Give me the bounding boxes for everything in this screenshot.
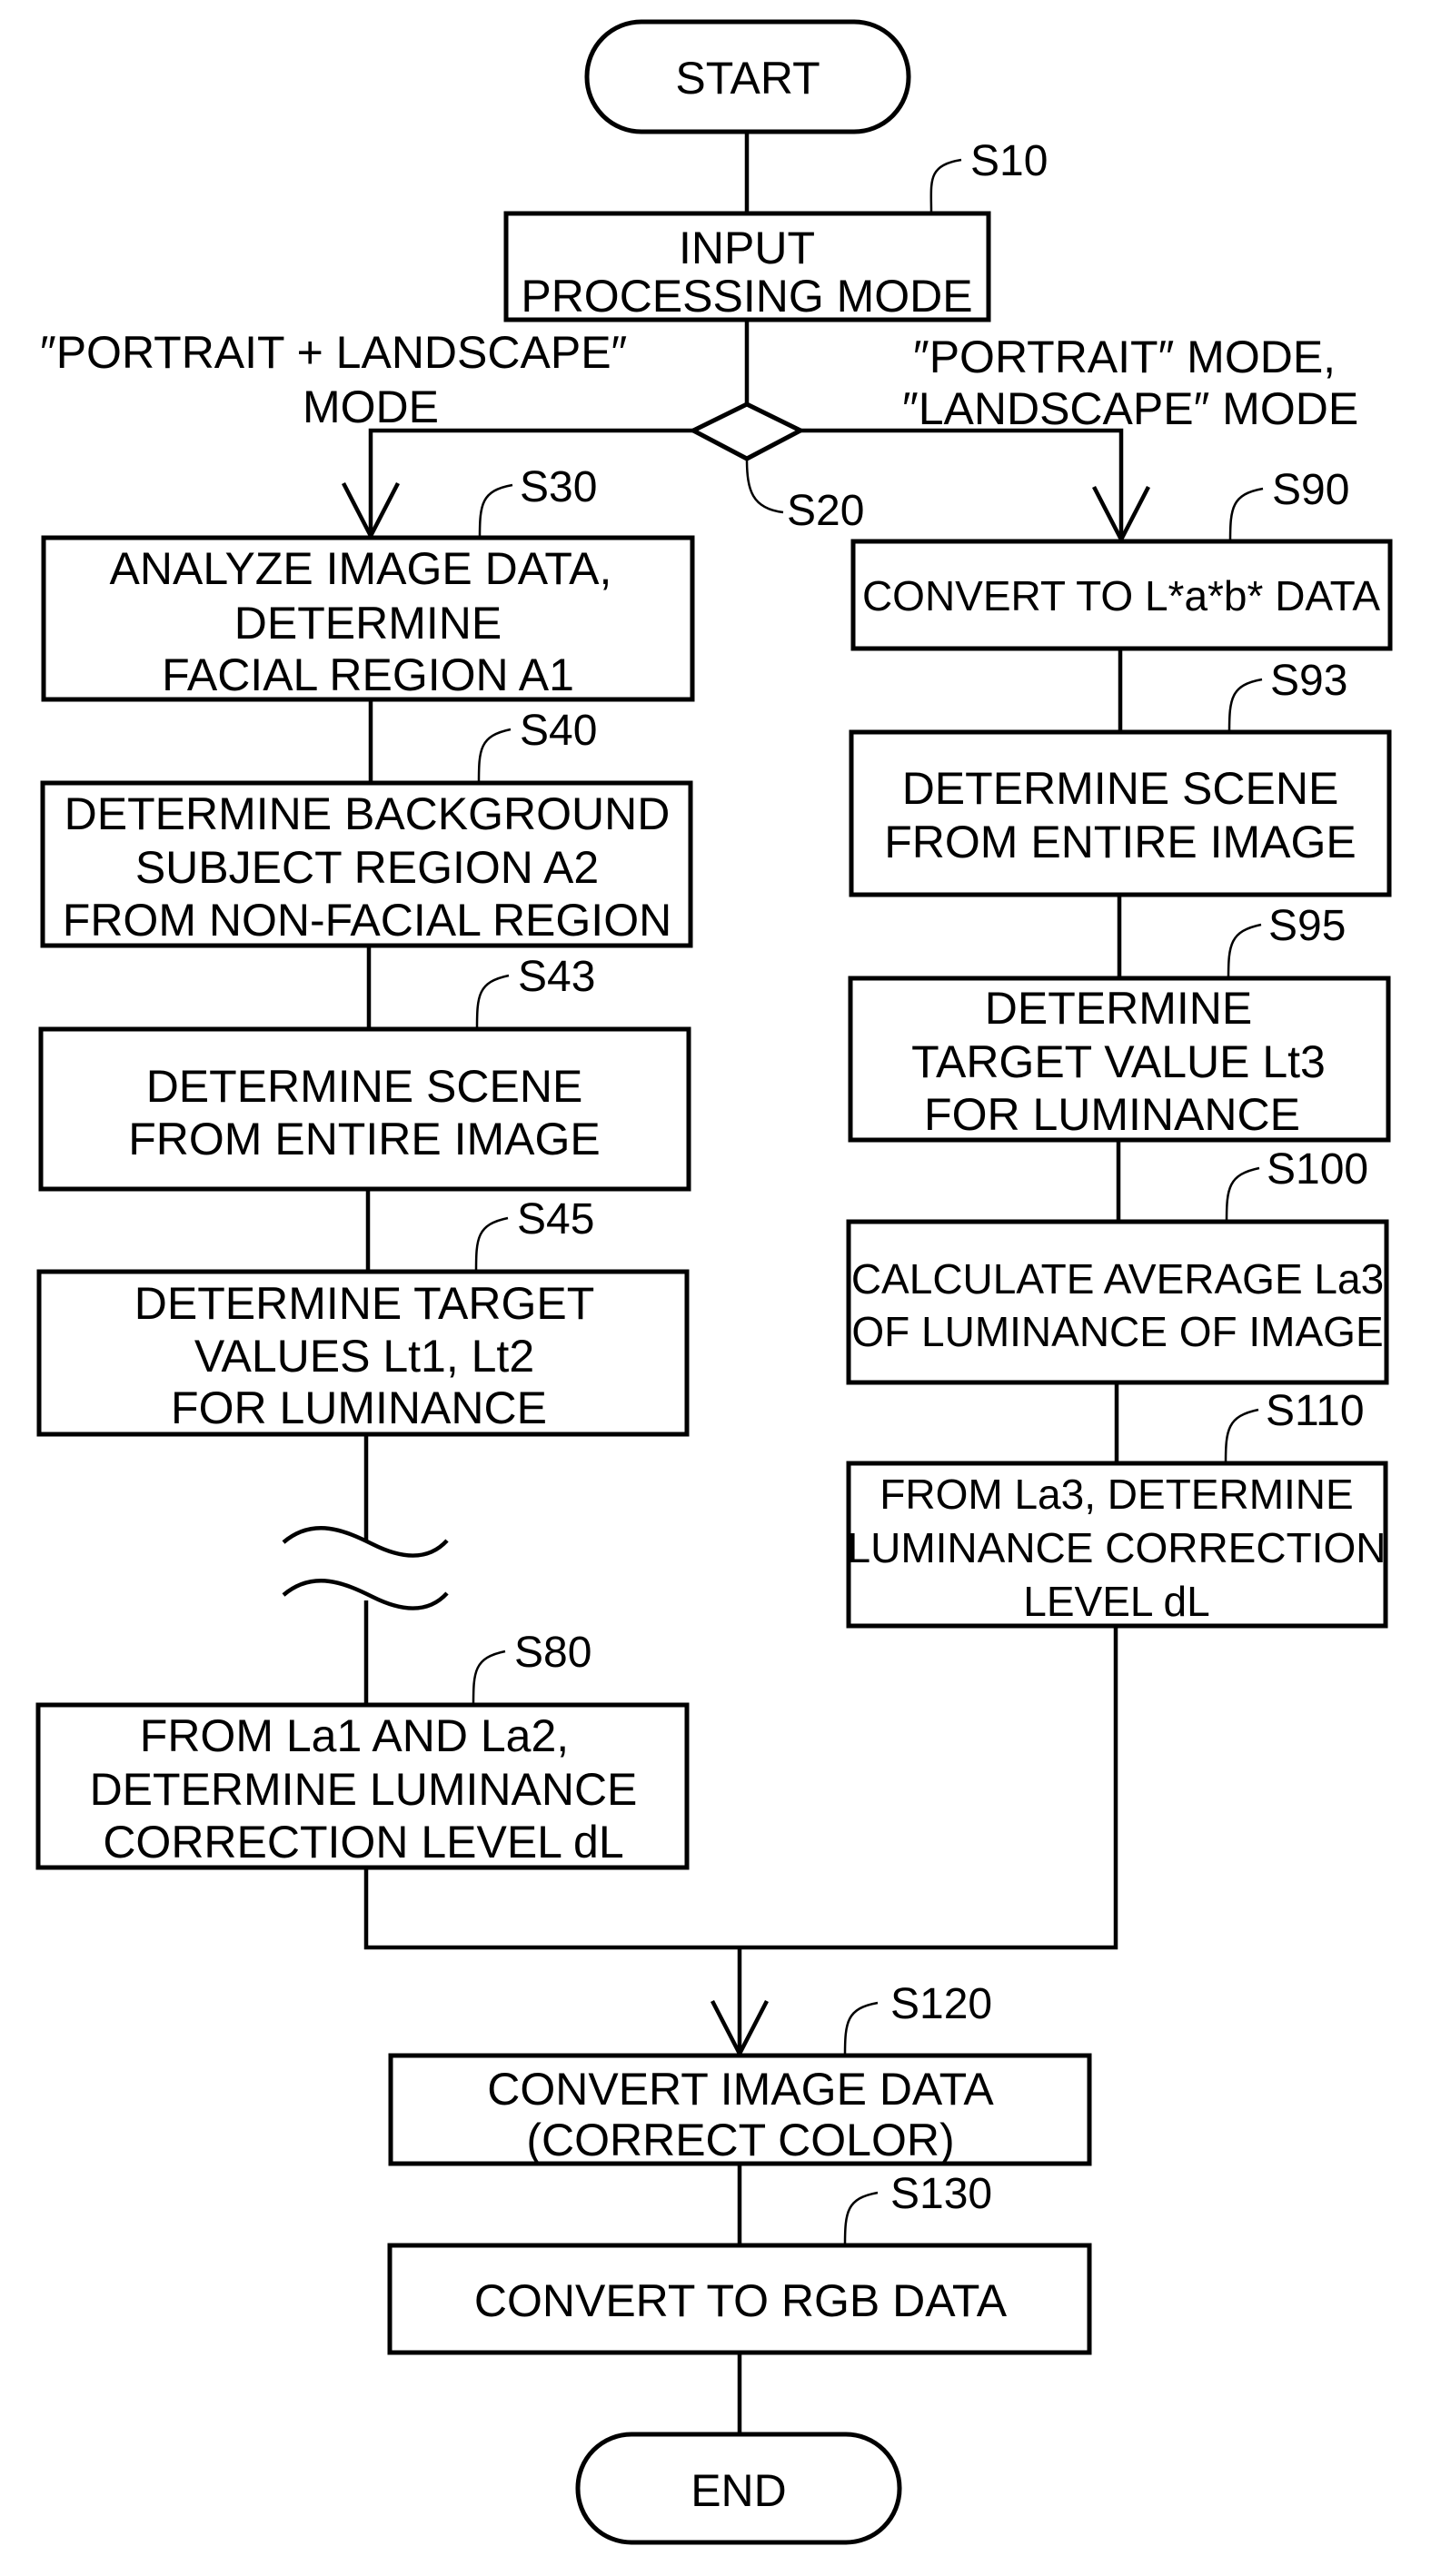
step-s10-line-2: PROCESSING MODE — [521, 271, 972, 322]
step-s110-line-2: LUMINANCE CORRECTION — [848, 1524, 1386, 1571]
step-s93-id: S93 — [1270, 657, 1347, 705]
step-s95-id: S95 — [1268, 902, 1346, 950]
leader-s110 — [1224, 1408, 1259, 1464]
step-s43-id: S43 — [518, 953, 595, 1001]
step-s110-id: S110 — [1266, 1387, 1365, 1435]
leader-s20 — [745, 458, 784, 514]
branch-right-line-2: ″LANDSCAPE″ MODE — [902, 383, 1358, 434]
step-s40-line-2: SUBJECT REGION A2 — [135, 842, 599, 893]
start-terminal: START — [584, 19, 911, 134]
step-s40-line-3: FROM NON-FACIAL REGION — [63, 895, 671, 946]
leader-s90 — [1228, 487, 1264, 542]
step-s120-line-1: CONVERT IMAGE DATA — [487, 2064, 994, 2115]
leader-s45 — [474, 1216, 509, 1273]
flowchart-canvas: START INPUT PROCESSING MODE S10 S20 ″POR… — [35, 19, 1393, 2545]
leader-s95 — [1227, 923, 1262, 979]
step-s43: DETERMINE SCENE FROM ENTIRE IMAGE S43 — [38, 953, 691, 1192]
step-s130-id: S130 — [890, 2170, 992, 2218]
leader-s43 — [475, 974, 510, 1030]
step-s40-line-1: DETERMINE BACKGROUND — [65, 788, 671, 839]
branch-right-line-1: ″PORTRAIT″ MODE, — [913, 332, 1336, 382]
end-terminal: END — [575, 2432, 902, 2545]
leader-s30 — [478, 483, 513, 539]
step-s10-line-1: INPUT — [679, 223, 815, 273]
step-s30: ANALYZE IMAGE DATA, DETERMINE FACIAL REG… — [41, 463, 695, 702]
step-s80-id: S80 — [514, 1629, 591, 1677]
step-s100-id: S100 — [1267, 1145, 1368, 1194]
step-s45-line-3: FOR LUMINANCE — [171, 1382, 547, 1433]
leader-s80 — [472, 1650, 506, 1706]
step-s20-id: S20 — [787, 487, 864, 535]
end-label: END — [691, 2465, 787, 2516]
step-s30-line-1: ANALYZE IMAGE DATA, — [110, 543, 612, 594]
step-s95-line-3: FOR LUMINANCE — [924, 1089, 1300, 1140]
leader-s100 — [1225, 1166, 1260, 1223]
step-s43-line-2: FROM ENTIRE IMAGE — [128, 1114, 600, 1164]
step-s100-line-1: CALCULATE AVERAGE La3 — [851, 1255, 1384, 1303]
step-s80-line-1: FROM La1 AND La2, — [140, 1710, 569, 1761]
step-s80-line-2: DETERMINE LUMINANCE — [90, 1764, 638, 1815]
step-s110-line-3: LEVEL dL — [1023, 1578, 1209, 1625]
step-s100-line-2: OF LUMINANCE OF IMAGE — [851, 1308, 1383, 1355]
branch-left-line-2: MODE — [303, 381, 439, 432]
leader-s120 — [843, 2001, 879, 2056]
step-s40: DETERMINE BACKGROUND SUBJECT REGION A2 F… — [40, 707, 693, 948]
step-s93-line-1: DETERMINE SCENE — [902, 763, 1339, 814]
start-label: START — [675, 53, 820, 104]
step-s40-id: S40 — [520, 707, 597, 755]
step-s80-line-3: CORRECTION LEVEL dL — [103, 1817, 623, 1868]
step-s95-line-1: DETERMINE — [985, 983, 1252, 1034]
step-s80: FROM La1 AND La2, DETERMINE LUMINANCE CO… — [35, 1629, 690, 1870]
step-s45-line-2: VALUES Lt1, Lt2 — [194, 1331, 534, 1382]
branch-left-line-1: ″PORTRAIT + LANDSCAPE″ — [40, 327, 627, 378]
step-s93-line-2: FROM ENTIRE IMAGE — [884, 817, 1356, 867]
step-s43-line-1: DETERMINE SCENE — [146, 1061, 583, 1112]
step-s30-line-2: DETERMINE — [234, 598, 502, 649]
leader-s130 — [843, 2191, 879, 2246]
step-s10: INPUT PROCESSING MODE S10 — [503, 137, 1048, 322]
step-s30-line-3: FACIAL REGION A1 — [162, 649, 574, 700]
step-s30-id: S30 — [520, 463, 597, 511]
step-s45-id: S45 — [517, 1195, 594, 1243]
leader-s40 — [477, 728, 512, 784]
step-s45: DETERMINE TARGET VALUES Lt1, Lt2 FOR LUM… — [36, 1195, 690, 1437]
step-s10-id: S10 — [970, 137, 1048, 185]
step-s90-id: S90 — [1272, 466, 1349, 514]
step-s90-line-1: CONVERT TO L*a*b* DATA — [862, 572, 1380, 619]
step-s120-id: S120 — [890, 1980, 992, 2028]
step-s110-line-1: FROM La3, DETERMINE — [880, 1471, 1353, 1518]
decision-s20: S20 — [688, 401, 864, 535]
step-s120-line-2: (CORRECT COLOR) — [526, 2115, 954, 2165]
leader-s93 — [1227, 678, 1263, 733]
step-s45-line-1: DETERMINE TARGET — [134, 1278, 595, 1329]
leader-s10 — [929, 158, 962, 214]
step-s130-line-1: CONVERT TO RGB DATA — [474, 2275, 1008, 2326]
step-s95-line-2: TARGET VALUE Lt3 — [911, 1036, 1326, 1087]
